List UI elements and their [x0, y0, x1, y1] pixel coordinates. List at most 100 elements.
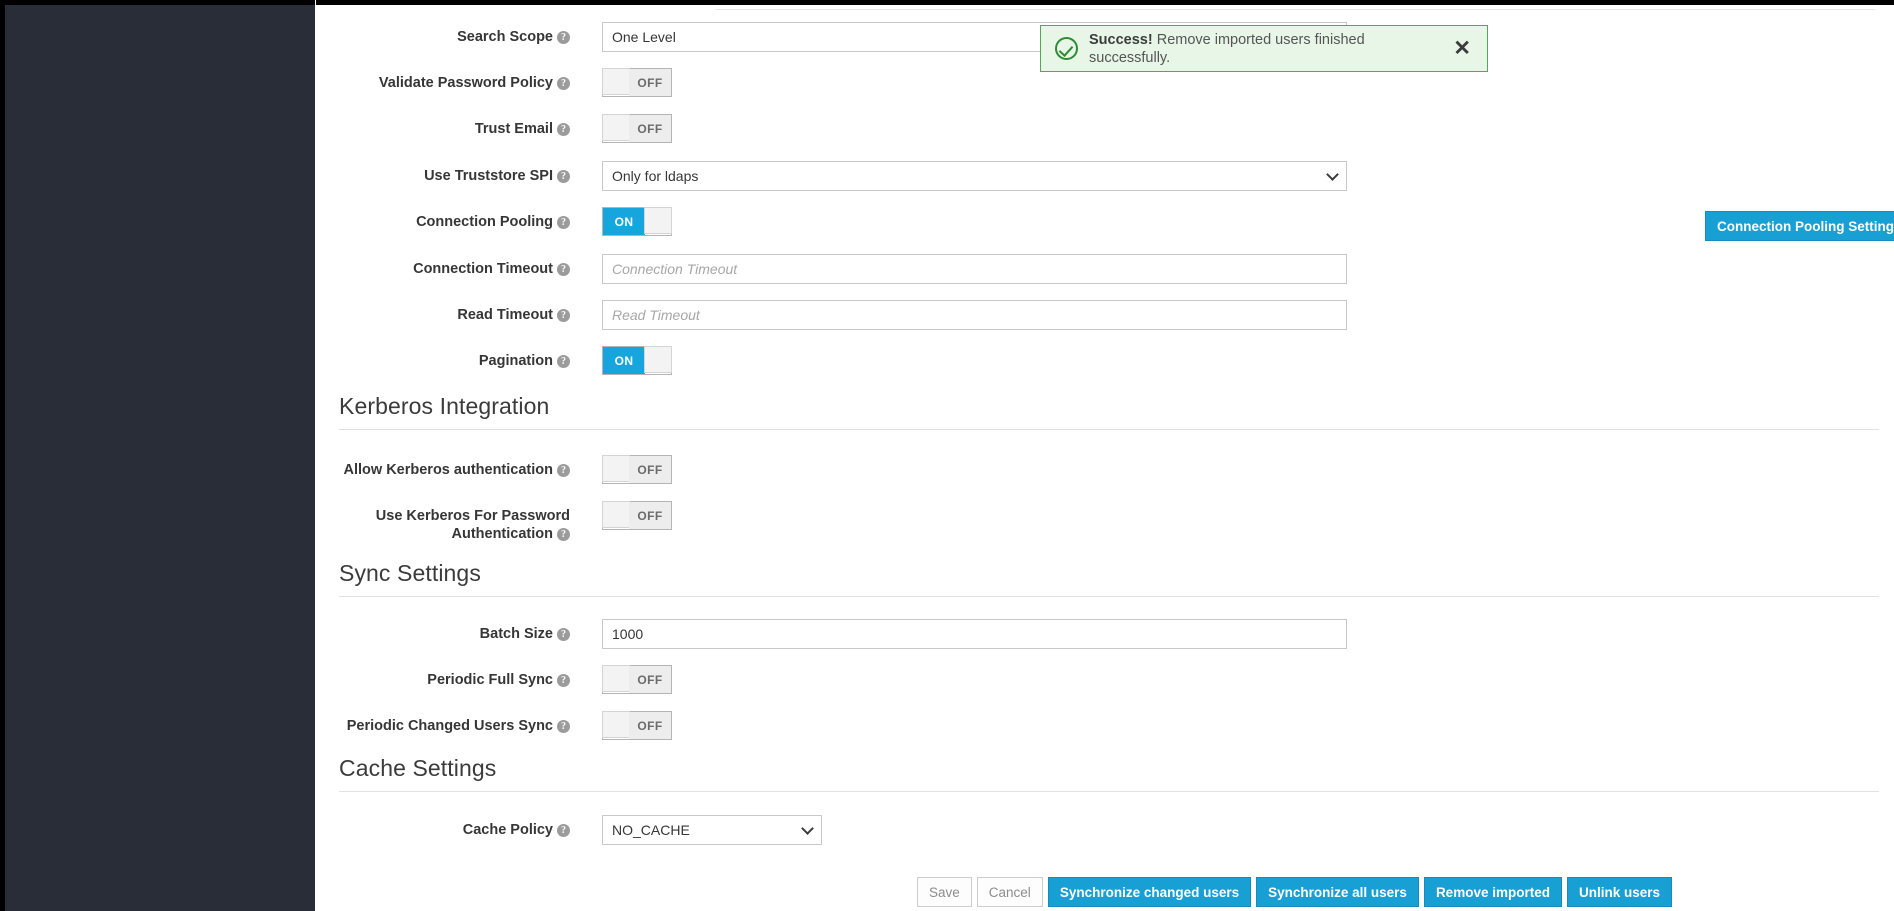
toggle-knob [602, 501, 630, 528]
control-read-timeout [580, 300, 1347, 330]
cancel-button[interactable]: Cancel [976, 877, 1043, 907]
help-icon[interactable]: ? [557, 77, 570, 90]
form-row-use-truststore-spi: Use Truststore SPI? Only for ldaps [315, 161, 1875, 191]
toggle-periodic-changed-users-sync[interactable]: OFF [602, 711, 672, 740]
unlink-users-button[interactable]: Unlink users [1566, 877, 1672, 907]
section-sync-settings: Sync Settings [339, 560, 1879, 597]
label-periodic-changed-users-sync: Periodic Changed Users Sync? [315, 711, 580, 735]
top-separator [715, 9, 1875, 10]
label-use-truststore-spi: Use Truststore SPI? [315, 161, 580, 185]
label-search-scope: Search Scope? [315, 22, 580, 46]
help-icon[interactable]: ? [557, 170, 570, 183]
control-validate-password-policy: OFF [580, 68, 672, 97]
help-icon[interactable]: ? [557, 628, 570, 641]
toggle-state-label: ON [603, 208, 645, 235]
section-cache-settings: Cache Settings [339, 755, 1879, 792]
help-icon[interactable]: ? [557, 528, 570, 541]
form-row-use-kerberos-for-password-authentication: Use Kerberos For Password Authentication… [315, 501, 1875, 543]
control-use-kerberos-for-password-authentication: OFF [580, 501, 672, 530]
search-scope-value: One Level [612, 29, 676, 45]
toggle-state-label: OFF [629, 69, 671, 96]
help-icon[interactable]: ? [557, 464, 570, 477]
section-divider [339, 791, 1879, 792]
label-connection-pooling: Connection Pooling? [315, 207, 580, 231]
section-divider [339, 596, 1879, 597]
form-row-cache-policy: Cache Policy? NO_CACHE [315, 815, 1875, 845]
help-icon[interactable]: ? [557, 674, 570, 687]
toggle-knob [602, 68, 630, 95]
section-title-sync: Sync Settings [339, 560, 481, 586]
toggle-pagination[interactable]: ON [602, 346, 672, 375]
label-pagination: Pagination? [315, 346, 580, 370]
label-text: Pagination [478, 353, 553, 369]
label-text: Connection Pooling [416, 214, 553, 230]
toggle-state-label: OFF [629, 666, 671, 693]
section-title-kerberos: Kerberos Integration [339, 393, 550, 419]
toggle-use-kerberos-for-password-authentication[interactable]: OFF [602, 501, 672, 530]
synchronize-all-users-button[interactable]: Synchronize all users [1256, 877, 1419, 907]
help-icon[interactable]: ? [557, 824, 570, 837]
toggle-knob [644, 207, 672, 234]
toggle-validate-password-policy[interactable]: OFF [602, 68, 672, 97]
toggle-knob [602, 455, 630, 482]
toggle-allow-kerberos-authentication[interactable]: OFF [602, 455, 672, 484]
help-icon[interactable]: ? [557, 216, 570, 229]
check-circle-icon [1055, 37, 1078, 60]
help-icon[interactable]: ? [557, 123, 570, 136]
toggle-periodic-full-sync[interactable]: OFF [602, 665, 672, 694]
label-use-kerberos-for-password-authentication: Use Kerberos For Password Authentication… [315, 501, 580, 543]
section-divider [339, 429, 1879, 430]
use-truststore-spi-value: Only for ldaps [612, 168, 699, 184]
control-cache-policy: NO_CACHE [580, 815, 822, 845]
sidebar-background [5, 5, 315, 911]
label-validate-password-policy: Validate Password Policy? [315, 68, 580, 92]
toggle-trust-email[interactable]: OFF [602, 114, 672, 143]
label-allow-kerberos-authentication: Allow Kerberos authentication? [315, 455, 580, 479]
connection-timeout-input[interactable] [602, 254, 1347, 284]
close-icon[interactable]: ✕ [1451, 38, 1473, 59]
use-truststore-spi-select[interactable]: Only for ldaps [602, 161, 1347, 191]
form-row-connection-pooling: Connection Pooling? ON [315, 207, 1875, 236]
chevron-down-icon [801, 822, 814, 835]
toggle-state-label: ON [603, 347, 645, 374]
help-icon[interactable]: ? [557, 31, 570, 44]
form-row-periodic-changed-users-sync: Periodic Changed Users Sync? OFF [315, 711, 1875, 740]
chevron-down-icon [1326, 168, 1339, 181]
synchronize-changed-users-button[interactable]: Synchronize changed users [1047, 877, 1252, 907]
control-trust-email: OFF [580, 114, 672, 143]
main-content: Search Scope? One Level Validate Passwor… [315, 5, 1894, 911]
help-icon[interactable]: ? [557, 309, 570, 322]
form-row-periodic-full-sync: Periodic Full Sync? OFF [315, 665, 1875, 694]
help-icon[interactable]: ? [557, 720, 570, 733]
success-alert: Success! Remove imported users finished … [1040, 25, 1488, 72]
toggle-connection-pooling[interactable]: ON [602, 207, 672, 236]
label-text: Cache Policy [462, 822, 553, 838]
batch-size-input[interactable] [602, 619, 1347, 649]
form-row-connection-timeout: Connection Timeout? [315, 254, 1875, 284]
section-kerberos-integration: Kerberos Integration [339, 393, 1879, 430]
control-connection-pooling: ON [580, 207, 672, 236]
toggle-knob [602, 711, 630, 738]
connection-pooling-settings-button[interactable]: Connection Pooling Settings [1705, 211, 1894, 241]
remove-imported-button[interactable]: Remove imported [1423, 877, 1562, 907]
app-window: Search Scope? One Level Validate Passwor… [0, 0, 1894, 911]
read-timeout-input[interactable] [602, 300, 1347, 330]
sidebar [0, 0, 315, 911]
save-button[interactable]: Save [917, 877, 972, 907]
label-text: Trust Email [474, 121, 553, 137]
help-icon[interactable]: ? [557, 355, 570, 368]
label-cache-policy: Cache Policy? [315, 815, 580, 839]
toggle-knob [602, 114, 630, 141]
success-alert-message: Success! Remove imported users finished … [1089, 31, 1440, 67]
control-connection-timeout [580, 254, 1347, 284]
toggle-state-label: OFF [629, 456, 671, 483]
label-text: Batch Size [479, 626, 553, 642]
label-text: Periodic Full Sync [427, 672, 553, 688]
help-icon[interactable]: ? [557, 263, 570, 276]
toggle-knob [602, 665, 630, 692]
toggle-state-label: OFF [629, 712, 671, 739]
cache-policy-select[interactable]: NO_CACHE [602, 815, 822, 845]
label-periodic-full-sync: Periodic Full Sync? [315, 665, 580, 689]
toggle-state-label: OFF [629, 115, 671, 142]
control-batch-size [580, 619, 1347, 649]
